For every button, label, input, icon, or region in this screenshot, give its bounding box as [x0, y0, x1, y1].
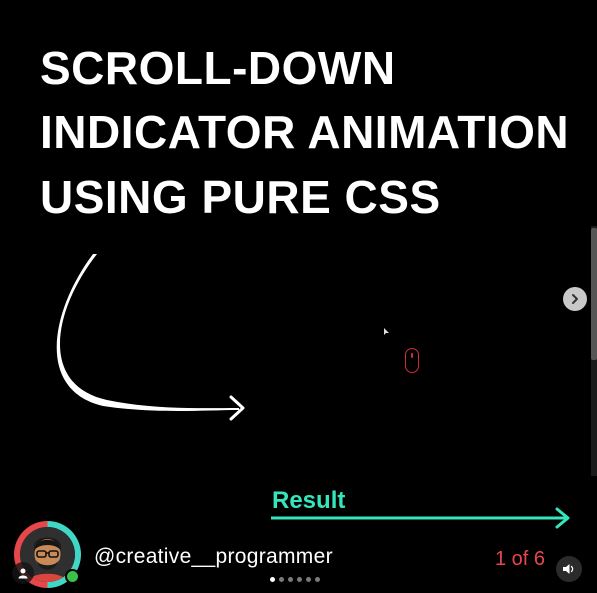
- pagination-dot[interactable]: [270, 577, 275, 582]
- scroll-down-mouse-indicator: [405, 348, 419, 373]
- pagination-dot[interactable]: [279, 577, 284, 582]
- user-tag-button[interactable]: [12, 562, 34, 584]
- pagination-dots: [270, 577, 320, 582]
- speaker-icon: [563, 564, 574, 574]
- volume-button[interactable]: [556, 556, 582, 582]
- pagination-dot[interactable]: [297, 577, 302, 582]
- pagination-dot[interactable]: [315, 577, 320, 582]
- title-line-2: INDICATOR ANIMATION: [40, 106, 570, 158]
- scrollbar-thumb[interactable]: [591, 228, 597, 360]
- pointer-cursor-icon: [384, 328, 389, 335]
- curved-arrow-icon: [56, 254, 245, 421]
- chevron-right-icon: [572, 294, 578, 304]
- result-arrow-icon: [271, 507, 570, 529]
- pagination-dot[interactable]: [306, 577, 311, 582]
- mouse-wheel: [411, 353, 413, 358]
- pagination-dot[interactable]: [288, 577, 293, 582]
- next-slide-button[interactable]: [563, 287, 587, 311]
- online-status-dot: [65, 569, 80, 584]
- username[interactable]: @creative__programmer: [94, 545, 333, 569]
- title-line-1: SCROLL-DOWN: [40, 42, 396, 94]
- title-line-3: USING PURE CSS: [40, 171, 441, 223]
- user-icon: [18, 568, 28, 579]
- slide-counter: 1 of 6: [495, 548, 546, 570]
